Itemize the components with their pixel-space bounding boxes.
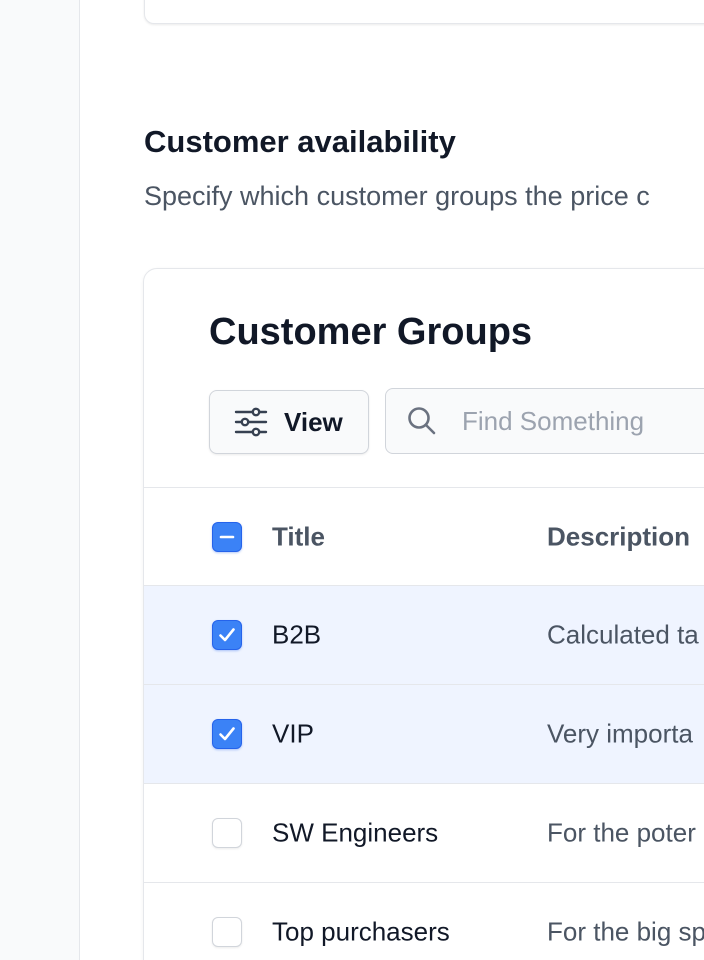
row-checkbox[interactable] — [212, 917, 242, 947]
check-icon — [219, 628, 235, 642]
row-description: Calculated ta — [547, 619, 699, 650]
row-checkbox[interactable] — [212, 719, 242, 749]
sidebar-rail — [0, 0, 80, 960]
select-all-checkbox[interactable] — [212, 521, 242, 552]
row-checkbox[interactable] — [212, 818, 242, 848]
row-description: For the big sp — [547, 916, 704, 947]
table-row[interactable]: B2B Calculated ta — [144, 585, 704, 684]
view-button[interactable]: View — [209, 390, 369, 454]
minus-icon — [219, 535, 235, 538]
view-button-label: View — [284, 406, 343, 437]
table-row[interactable]: Top purchasers For the big sp — [144, 882, 704, 960]
card-title: Customer Groups — [209, 311, 533, 353]
check-icon — [219, 727, 235, 741]
table-row[interactable]: VIP Very importa — [144, 684, 704, 783]
row-title: Top purchasers — [272, 916, 450, 947]
row-title: B2B — [272, 619, 322, 650]
search-input[interactable] — [460, 404, 704, 438]
row-title: VIP — [272, 718, 314, 749]
page: Customer availability Specify which cust… — [0, 0, 704, 960]
search-field[interactable] — [385, 388, 704, 454]
sliders-icon — [234, 407, 268, 437]
column-header-description[interactable]: Description — [547, 521, 690, 552]
column-header-title[interactable]: Title — [272, 521, 325, 552]
section-description: Specify which customer groups the price … — [144, 181, 650, 211]
table-row[interactable]: SW Engineers For the poter — [144, 783, 704, 882]
row-description: For the poter — [547, 817, 696, 848]
section-title: Customer availability — [144, 124, 456, 159]
row-title: SW Engineers — [272, 817, 439, 848]
row-description: Very importa — [547, 718, 693, 749]
previous-section-card — [144, 0, 704, 24]
table-header-row: Title Description — [144, 487, 704, 585]
customer-groups-card: Customer Groups View Find Something Titl… — [143, 268, 704, 960]
row-checkbox[interactable] — [212, 620, 242, 650]
customer-groups-table: Title Description B2B Calculated ta VIP … — [144, 487, 704, 960]
search-icon — [408, 407, 436, 435]
